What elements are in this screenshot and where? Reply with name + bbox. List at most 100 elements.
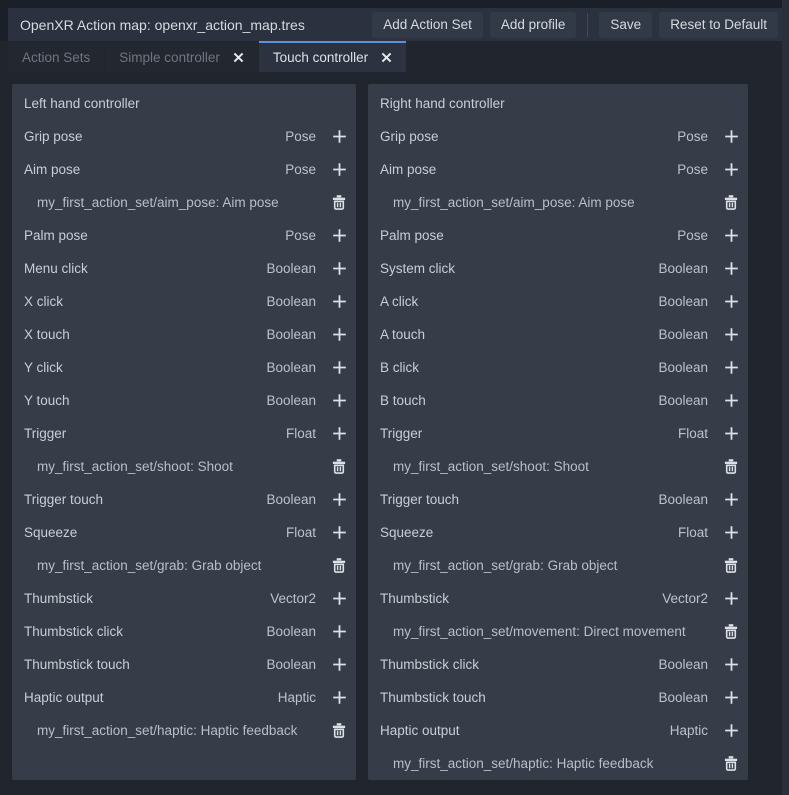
trash-icon xyxy=(332,195,346,210)
add-binding-button[interactable] xyxy=(328,324,350,346)
action-row: Aim posePose xyxy=(368,153,748,186)
plus-icon xyxy=(332,129,347,144)
plus-icon xyxy=(724,327,739,342)
add-binding-button[interactable] xyxy=(328,687,350,709)
right-hand-controller-panel: Right hand controller Grip posePoseAim p… xyxy=(368,84,748,780)
plus-icon xyxy=(332,294,347,309)
action-row: SqueezeFloat xyxy=(12,516,356,549)
action-row: X touchBoolean xyxy=(12,318,356,351)
add-binding-button[interactable] xyxy=(328,225,350,247)
add-binding-button[interactable] xyxy=(720,687,742,709)
plus-icon xyxy=(724,162,739,177)
add-binding-button[interactable] xyxy=(720,258,742,280)
action-label: Thumbstick xyxy=(380,591,662,606)
plus-icon xyxy=(332,525,347,540)
tab-simple-controller[interactable]: Simple controller xyxy=(105,41,258,72)
action-type-label: Boolean xyxy=(266,294,316,309)
action-type-label: Boolean xyxy=(266,657,316,672)
add-binding-button[interactable] xyxy=(328,357,350,379)
add-binding-button[interactable] xyxy=(328,258,350,280)
add-binding-button[interactable] xyxy=(328,390,350,412)
add-binding-button[interactable] xyxy=(720,126,742,148)
add-binding-button[interactable] xyxy=(720,654,742,676)
add-binding-button[interactable] xyxy=(720,720,742,742)
add-binding-button[interactable] xyxy=(328,654,350,676)
trash-icon xyxy=(332,558,346,573)
add-binding-button[interactable] xyxy=(328,126,350,148)
binding-row: my_first_action_set/aim_pose: Aim pose xyxy=(368,186,748,219)
add-binding-button[interactable] xyxy=(720,522,742,544)
tab-close-button[interactable] xyxy=(381,52,392,63)
add-binding-button[interactable] xyxy=(328,489,350,511)
action-label: Trigger xyxy=(24,426,286,441)
add-binding-button[interactable] xyxy=(720,324,742,346)
reset-to-default-button[interactable]: Reset to Default xyxy=(659,12,778,38)
action-type-label: Float xyxy=(678,525,708,540)
binding-label: my_first_action_set/shoot: Shoot xyxy=(380,459,720,474)
add-binding-button[interactable] xyxy=(328,291,350,313)
add-binding-button[interactable] xyxy=(720,357,742,379)
delete-binding-button[interactable] xyxy=(720,753,742,775)
delete-binding-button[interactable] xyxy=(328,192,350,214)
add-binding-button[interactable] xyxy=(720,588,742,610)
binding-row: my_first_action_set/grab: Grab object xyxy=(368,549,748,582)
action-row: Haptic outputHaptic xyxy=(12,681,356,714)
action-type-label: Boolean xyxy=(658,492,708,507)
delete-binding-button[interactable] xyxy=(328,456,350,478)
action-row: Grip posePose xyxy=(368,120,748,153)
add-binding-button[interactable] xyxy=(720,489,742,511)
action-row: ThumbstickVector2 xyxy=(12,582,356,615)
action-row: System clickBoolean xyxy=(368,252,748,285)
binding-row: my_first_action_set/grab: Grab object xyxy=(12,549,356,582)
action-label: Menu click xyxy=(24,261,266,276)
vertical-scrollbar[interactable] xyxy=(782,0,789,795)
add-binding-button[interactable] xyxy=(328,588,350,610)
toolbar-separator xyxy=(587,13,588,37)
add-action-set-button[interactable]: Add Action Set xyxy=(372,12,483,38)
add-binding-button[interactable] xyxy=(720,423,742,445)
action-row: B clickBoolean xyxy=(368,351,748,384)
tab-close-button[interactable] xyxy=(233,52,244,63)
delete-binding-button[interactable] xyxy=(328,555,350,577)
delete-binding-button[interactable] xyxy=(720,621,742,643)
add-profile-button[interactable]: Add profile xyxy=(490,12,577,38)
add-binding-button[interactable] xyxy=(720,159,742,181)
action-row: B touchBoolean xyxy=(368,384,748,417)
tab-action-sets[interactable]: Action Sets xyxy=(8,41,104,72)
action-row: Y touchBoolean xyxy=(12,384,356,417)
plus-icon xyxy=(332,162,347,177)
action-label: Y click xyxy=(24,360,266,375)
main-area: Action SetsSimple controller Touch contro… xyxy=(0,41,782,795)
action-type-label: Boolean xyxy=(266,327,316,342)
action-label: Grip pose xyxy=(24,129,285,144)
window-title: OpenXR Action map: openxr_action_map.tre… xyxy=(20,17,365,33)
trash-icon xyxy=(332,459,346,474)
add-binding-button[interactable] xyxy=(720,291,742,313)
action-row: Grip posePose xyxy=(12,120,356,153)
action-label: B touch xyxy=(380,393,658,408)
add-binding-button[interactable] xyxy=(328,621,350,643)
action-row: Thumbstick clickBoolean xyxy=(12,615,356,648)
action-label: Squeeze xyxy=(380,525,678,540)
binding-label: my_first_action_set/aim_pose: Aim pose xyxy=(24,195,328,210)
plus-icon xyxy=(332,261,347,276)
binding-label: my_first_action_set/aim_pose: Aim pose xyxy=(380,195,720,210)
delete-binding-button[interactable] xyxy=(720,555,742,577)
action-row: SqueezeFloat xyxy=(368,516,748,549)
action-label: System click xyxy=(380,261,658,276)
save-button[interactable]: Save xyxy=(599,12,652,38)
delete-binding-button[interactable] xyxy=(328,720,350,742)
add-binding-button[interactable] xyxy=(328,159,350,181)
add-binding-button[interactable] xyxy=(720,225,742,247)
add-binding-button[interactable] xyxy=(720,390,742,412)
add-binding-button[interactable] xyxy=(328,423,350,445)
tab-touch-controller[interactable]: Touch controller xyxy=(259,41,406,72)
add-binding-button[interactable] xyxy=(328,522,350,544)
action-row: X clickBoolean xyxy=(12,285,356,318)
binding-label: my_first_action_set/grab: Grab object xyxy=(380,558,720,573)
tab-label: Touch controller xyxy=(273,50,368,65)
action-type-label: Pose xyxy=(677,129,708,144)
delete-binding-button[interactable] xyxy=(720,456,742,478)
delete-binding-button[interactable] xyxy=(720,192,742,214)
action-row: Thumbstick touchBoolean xyxy=(368,681,748,714)
